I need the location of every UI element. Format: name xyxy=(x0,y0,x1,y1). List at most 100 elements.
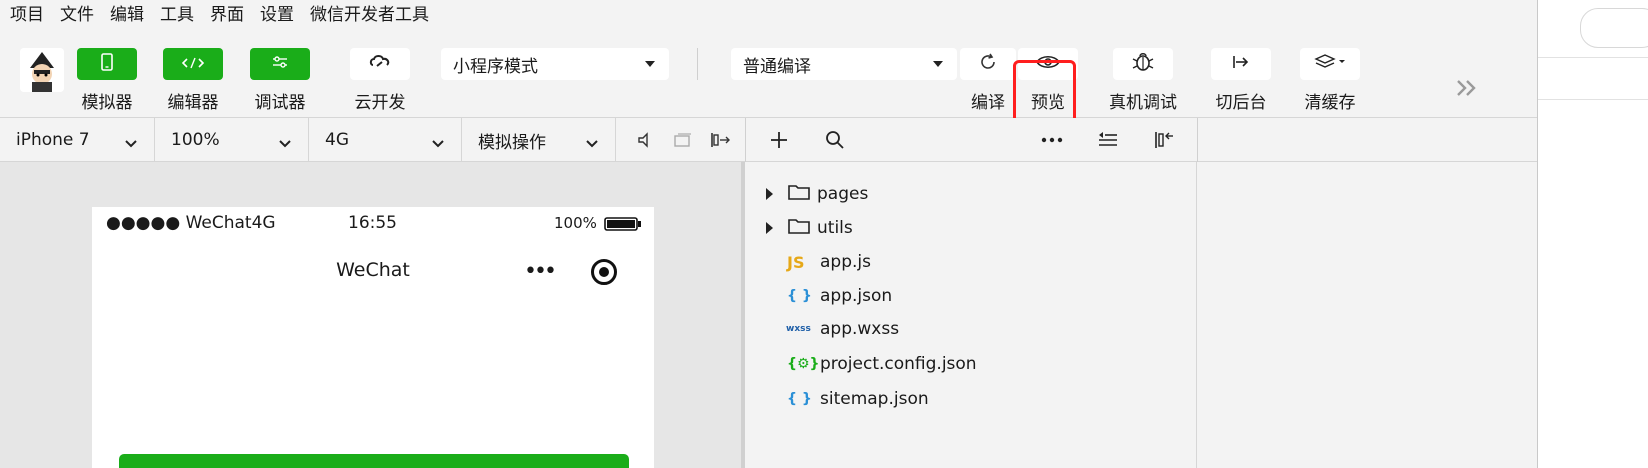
caret-right-icon xyxy=(766,222,773,234)
editor-label: 编辑器 xyxy=(167,93,219,113)
add-file-icon[interactable] xyxy=(767,128,791,152)
background-divider xyxy=(1538,57,1648,58)
code-icon xyxy=(180,55,206,74)
simulator-toggle-button[interactable] xyxy=(77,48,137,80)
folder-icon xyxy=(787,183,811,205)
battery-percent: 100% xyxy=(554,214,597,232)
tree-item-label: app.wxss xyxy=(820,319,900,339)
js-file-icon: JS xyxy=(787,252,805,272)
simulate-operation-value: 模拟操作 xyxy=(478,132,546,153)
background-window xyxy=(1538,0,1648,468)
editor-empty-area xyxy=(1198,162,1537,468)
simulate-operation-select[interactable]: 模拟操作 xyxy=(462,118,616,162)
page-primary-button[interactable] xyxy=(119,454,629,468)
simulator-label: 模拟器 xyxy=(81,93,133,113)
phone-status-bar: ●●●●● WeChat4G 16:55 100% xyxy=(92,207,654,237)
debugger-toggle-button[interactable] xyxy=(250,48,310,80)
chevron-down-icon xyxy=(124,134,138,154)
phone-icon xyxy=(100,53,114,75)
capsule-more-icon[interactable]: ••• xyxy=(524,259,557,284)
double-chevron-right-icon[interactable] xyxy=(1454,76,1480,104)
tree-item-label: app.json xyxy=(820,286,893,306)
menu-bar: 项目 文件 编辑 工具 界面 设置 微信开发者工具 xyxy=(0,0,1537,25)
zoom-select[interactable]: 100% xyxy=(155,118,309,162)
battery-icon xyxy=(604,216,642,237)
signal-carrier: ●●●●● WeChat4G xyxy=(106,213,276,233)
refresh-icon xyxy=(978,52,998,76)
capsule-close-icon[interactable] xyxy=(591,259,617,285)
mode-select[interactable]: 小程序模式 xyxy=(441,48,669,80)
device-select-value: iPhone 7 xyxy=(16,130,90,150)
caret-right-icon xyxy=(766,188,773,200)
debugger-label: 调试器 xyxy=(254,93,306,113)
mode-select-value: 小程序模式 xyxy=(453,56,538,77)
sliders-icon xyxy=(270,54,290,74)
chevron-down-icon xyxy=(431,134,445,154)
exit-arrow-icon xyxy=(1230,53,1252,75)
toggle-panel-icon[interactable] xyxy=(1152,128,1176,152)
caret-down-icon xyxy=(933,61,943,67)
devtools-window: 项目 文件 编辑 工具 界面 设置 微信开发者工具 模拟器 编辑器 调试器 云开… xyxy=(0,0,1538,468)
zoom-select-value: 100% xyxy=(171,130,220,150)
tree-file-app-js[interactable]: JS app.js xyxy=(749,247,1149,277)
cloud-link-icon xyxy=(368,53,392,75)
tree-folder-pages[interactable]: pages xyxy=(749,179,1149,209)
real-device-debug-label: 真机调试 xyxy=(1109,93,1177,113)
main-toolbar: 模拟器 编辑器 调试器 云开发 小程序模式 普通编译 编译 预览 真机调试 切后… xyxy=(0,24,1537,128)
network-select-value: 4G xyxy=(325,130,349,150)
file-tree: pages utils JS app.js { } app.json wxss … xyxy=(749,162,1197,468)
avatar[interactable] xyxy=(20,48,64,92)
background-divider xyxy=(1538,99,1648,100)
menu-view[interactable]: 界面 xyxy=(210,0,244,25)
device-select[interactable]: iPhone 7 xyxy=(0,118,155,162)
switch-background-button[interactable] xyxy=(1211,48,1271,80)
window-icon[interactable] xyxy=(670,128,694,152)
menu-project[interactable]: 项目 xyxy=(10,0,44,25)
subbar-divider xyxy=(745,118,746,162)
background-search-box xyxy=(1580,8,1648,48)
menu-devtools[interactable]: 微信开发者工具 xyxy=(310,0,429,25)
chevron-down-icon xyxy=(585,134,599,154)
page-title: WeChat xyxy=(336,259,410,281)
switch-background-label: 切后台 xyxy=(1215,93,1267,113)
tree-file-app-json[interactable]: { } app.json xyxy=(749,281,1149,311)
cloud-dev-button[interactable] xyxy=(350,48,410,80)
chevron-down-icon xyxy=(278,134,292,154)
tree-file-app-wxss[interactable]: wxss app.wxss xyxy=(749,314,1149,344)
tree-item-label: sitemap.json xyxy=(820,389,929,409)
more-options-icon[interactable] xyxy=(1040,128,1064,152)
cloud-dev-label: 云开发 xyxy=(354,93,406,113)
real-device-debug-button[interactable] xyxy=(1113,48,1173,80)
editor-toggle-button[interactable] xyxy=(163,48,223,80)
tree-item-label: utils xyxy=(817,218,853,238)
compile-mode-select[interactable]: 普通编译 xyxy=(731,48,957,80)
menu-settings[interactable]: 设置 xyxy=(260,0,294,25)
json-file-icon: { } xyxy=(787,391,812,407)
simulator-panel: ●●●●● WeChat4G 16:55 100% WeChat ••• xyxy=(0,162,745,468)
network-select[interactable]: 4G xyxy=(309,118,462,162)
tree-file-project-config[interactable]: {⚙} project.config.json xyxy=(749,349,1149,379)
clock-time: 16:55 xyxy=(348,213,397,233)
compile-mode-value: 普通编译 xyxy=(743,56,811,77)
tree-item-label: pages xyxy=(817,184,869,204)
tree-folder-utils[interactable]: utils xyxy=(749,213,1149,243)
tree-item-label: project.config.json xyxy=(820,354,977,374)
menu-file[interactable]: 文件 xyxy=(60,0,94,25)
detach-icon[interactable] xyxy=(708,128,732,152)
clear-cache-button[interactable] xyxy=(1300,48,1360,80)
search-icon[interactable] xyxy=(823,128,847,152)
simulator-toolbar: iPhone 7 100% 4G 模拟操作 xyxy=(0,118,1537,162)
speaker-icon[interactable] xyxy=(632,128,656,152)
layers-icon xyxy=(1313,53,1347,75)
folder-icon xyxy=(787,217,811,239)
menu-tools[interactable]: 工具 xyxy=(160,0,194,25)
tree-file-sitemap-json[interactable]: { } sitemap.json xyxy=(749,384,1149,414)
collapse-tree-icon[interactable] xyxy=(1096,128,1120,152)
caret-down-icon xyxy=(645,61,655,67)
tree-item-label: app.js xyxy=(820,252,871,272)
config-file-icon: {⚙} xyxy=(787,356,820,372)
wxss-file-icon: wxss xyxy=(786,324,811,334)
phone-screen[interactable]: ●●●●● WeChat4G 16:55 100% WeChat ••• xyxy=(92,207,654,468)
compile-button[interactable] xyxy=(960,48,1016,80)
menu-edit[interactable]: 编辑 xyxy=(110,0,144,25)
